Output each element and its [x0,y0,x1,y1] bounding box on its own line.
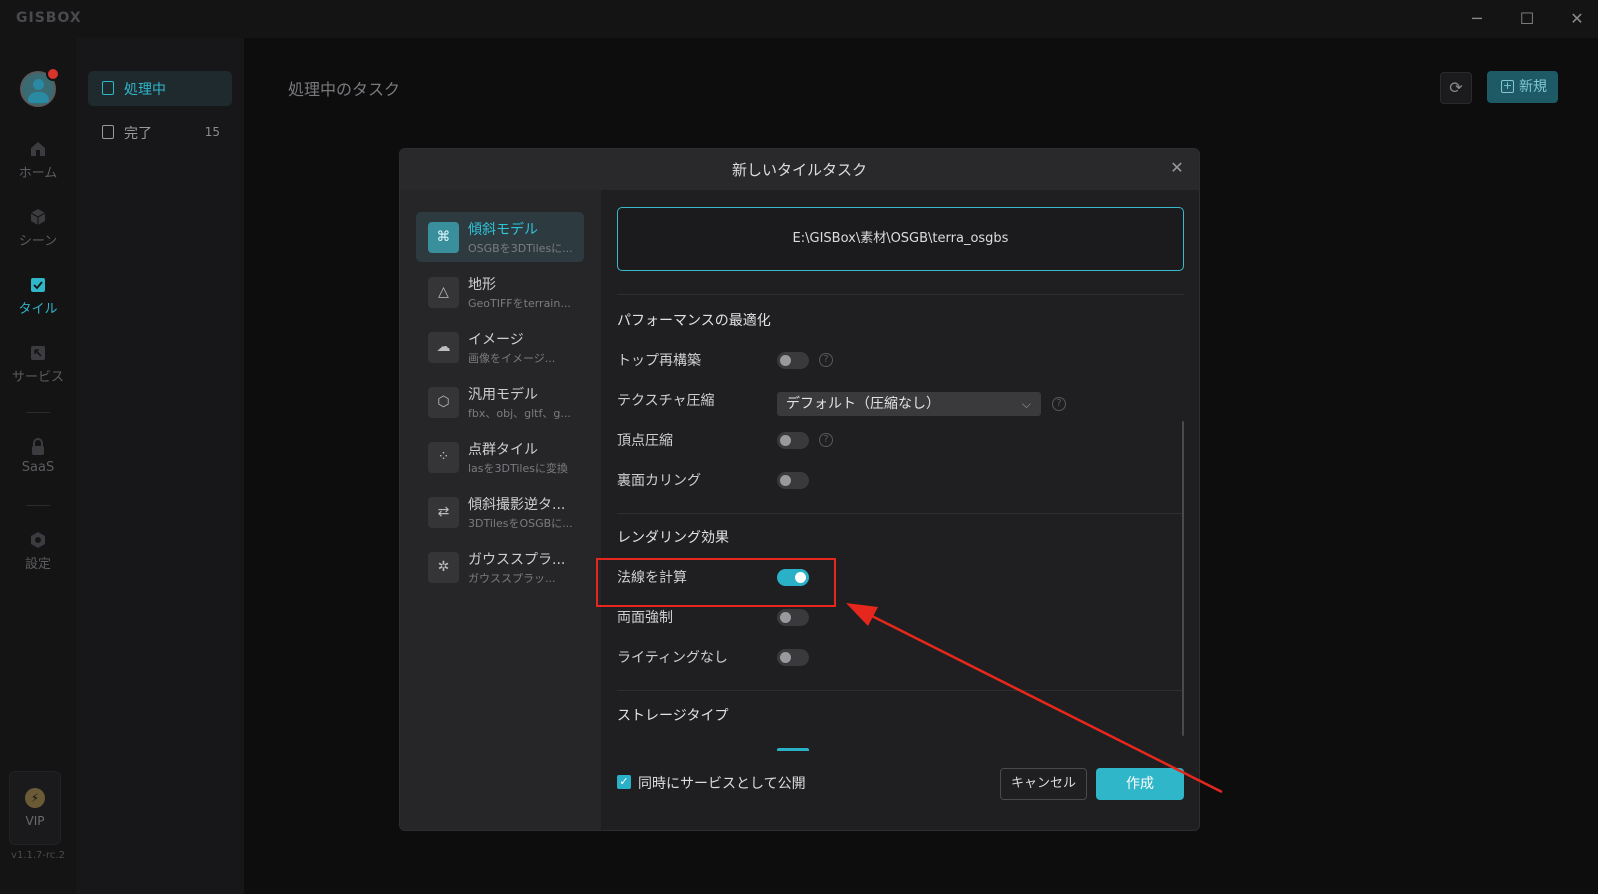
annotation-arrow [846,603,1223,794]
